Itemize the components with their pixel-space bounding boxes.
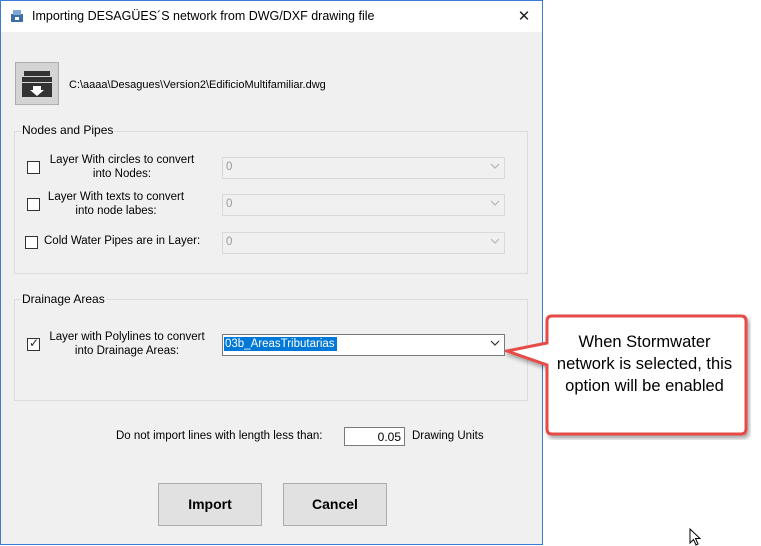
browse-file-button[interactable] xyxy=(15,62,59,105)
cold-water-select[interactable]: 0 xyxy=(222,232,505,254)
mouse-cursor-icon xyxy=(689,528,702,546)
texts-layer-select[interactable]: 0 xyxy=(222,194,505,216)
polylines-layer-label: Layer with Polylines to convert into Dra… xyxy=(45,330,209,358)
texts-layer-label: Layer With texts to convert into node la… xyxy=(45,190,187,218)
cold-water-checkbox[interactable] xyxy=(25,236,38,249)
nodes-pipes-title: Nodes and Pipes xyxy=(21,123,115,137)
drainage-areas-title: Drainage Areas xyxy=(21,292,106,306)
chevron-down-icon xyxy=(490,200,500,206)
polylines-layer-label-line1: Layer with Polylines to convert xyxy=(49,331,205,343)
cold-water-value: 0 xyxy=(226,236,233,248)
min-length-label: Do not import lines with length less tha… xyxy=(116,430,323,442)
import-button[interactable]: Import xyxy=(158,483,262,526)
window-title: Importing DESAGÜES´S network from DWG/DX… xyxy=(32,9,375,23)
circles-layer-label-line1: Layer With circles to convert xyxy=(49,154,195,166)
units-label: Drawing Units xyxy=(412,430,484,442)
texts-layer-label-line1: Layer With texts to convert xyxy=(47,191,185,203)
texts-layer-value: 0 xyxy=(226,198,233,210)
circles-layer-label: Layer With circles to convert into Nodes… xyxy=(45,153,199,181)
check-icon: ✓ xyxy=(29,336,40,350)
chevron-down-icon xyxy=(490,163,500,169)
title-bar[interactable]: Importing DESAGÜES´S network from DWG/DX… xyxy=(1,1,542,32)
file-path: C:\aaaa\Desagues\Version2\EdificioMultif… xyxy=(69,79,326,91)
polylines-layer-value: 03b_AreasTributarias xyxy=(224,337,337,351)
circles-layer-value: 0 xyxy=(226,161,233,173)
app-icon xyxy=(11,10,23,22)
polylines-layer-select[interactable]: 03b_AreasTributarias xyxy=(222,334,505,356)
close-icon: ✕ xyxy=(517,8,531,25)
cold-water-label: Cold Water Pipes are in Layer: xyxy=(44,235,201,247)
chevron-down-icon xyxy=(490,340,500,346)
database-download-icon xyxy=(22,71,52,97)
circles-layer-select[interactable]: 0 xyxy=(222,157,505,179)
min-length-input[interactable] xyxy=(344,427,405,446)
callout-text: When Stormwater network is selected, thi… xyxy=(556,333,733,395)
circles-layer-checkbox[interactable] xyxy=(27,161,40,174)
polylines-layer-label-line2: into Drainage Areas: xyxy=(74,345,180,357)
texts-layer-checkbox[interactable] xyxy=(27,198,40,211)
chevron-down-icon xyxy=(490,238,500,244)
polylines-layer-checkbox[interactable]: ✓ xyxy=(27,336,40,351)
close-button[interactable]: ✕ xyxy=(506,1,542,32)
import-dialog: Importing DESAGÜES´S network from DWG/DX… xyxy=(0,0,543,545)
cancel-button[interactable]: Cancel xyxy=(283,483,387,526)
texts-layer-label-line2: into node labes: xyxy=(75,205,157,217)
circles-layer-label-line2: into Nodes: xyxy=(92,168,152,180)
